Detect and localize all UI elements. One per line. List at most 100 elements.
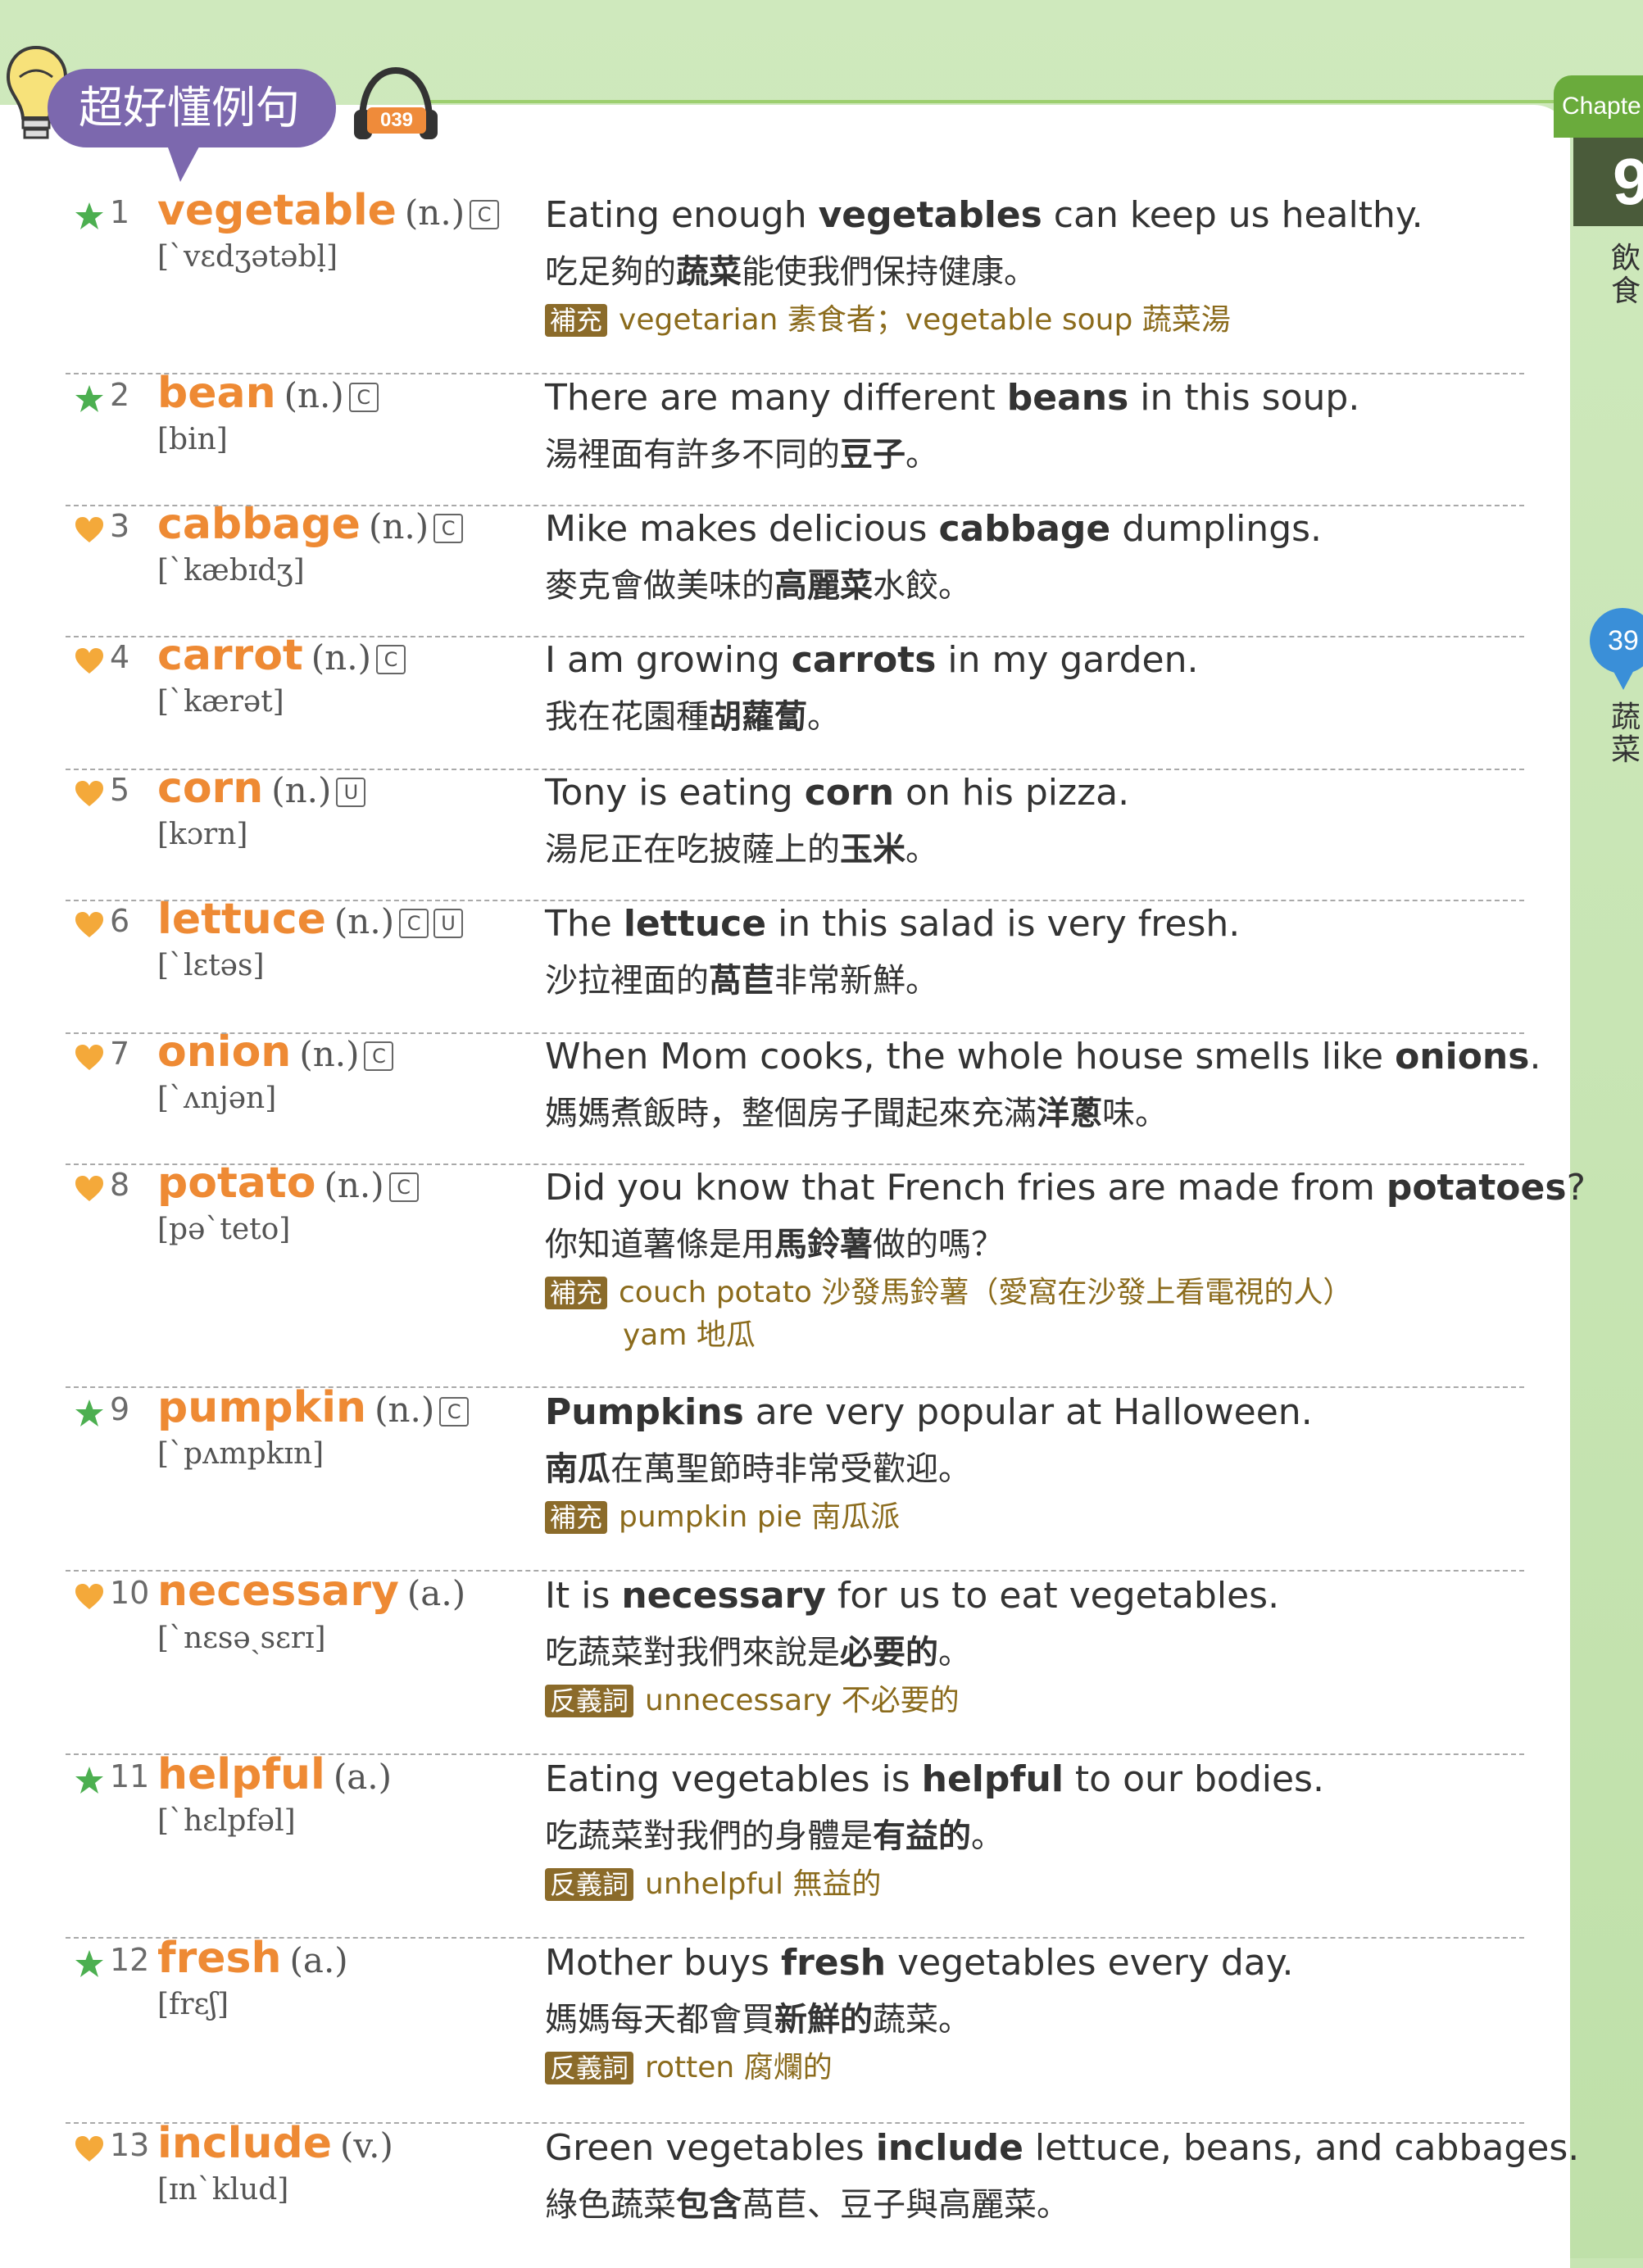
entry-number: 9 (110, 1391, 130, 1427)
entry-number: 4 (110, 639, 130, 675)
example-sentence-zh: 我在花園種胡蘿蔔。 (545, 690, 840, 737)
highlighted-word-zh: 新鮮的 (774, 2001, 873, 2039)
highlighted-word: corn (804, 772, 895, 814)
heart-icon (75, 648, 103, 674)
highlighted-word-zh: 南瓜 (545, 1450, 610, 1488)
pronunciation: [ˋkærət] (157, 685, 284, 719)
highlighted-word: carrots (791, 639, 937, 681)
star-icon (75, 385, 103, 412)
headword: bean (n.) C (157, 369, 379, 418)
highlighted-word: necessary (621, 1575, 826, 1617)
headword-text: cabbage (157, 500, 361, 549)
pronunciation: [ˋkæbɪdʒ] (157, 554, 305, 587)
headword: fresh (a.) (157, 1934, 348, 1983)
highlighted-word: potatoes (1386, 1167, 1567, 1209)
supplement-note: 補充 pumpkin pie 南瓜派 (545, 1493, 900, 1535)
countability-badge: C (375, 645, 406, 674)
example-sentence-en: Tony is eating corn on his pizza. (545, 772, 1129, 814)
headword: helpful (a.) (157, 1750, 392, 1799)
part-of-speech: (n.) (284, 375, 344, 415)
highlighted-word: include (875, 2127, 1023, 2169)
headword-text: fresh (157, 1934, 282, 1983)
countability-badge: C (399, 909, 429, 938)
example-sentence-en: Eating vegetables is helpful to our bodi… (545, 1758, 1324, 1800)
part-of-speech: (n.) (299, 1034, 360, 1074)
highlighted-word-zh: 洋蔥 (1037, 1095, 1102, 1132)
entry-number: 7 (110, 1036, 130, 1072)
part-of-speech: (n.) (404, 193, 465, 233)
highlighted-word-zh: 蔬菜 (676, 253, 742, 291)
example-sentence-en: When Mom cooks, the whole house smells l… (545, 1036, 1541, 1077)
headword-text: vegetable (157, 186, 397, 235)
sentence-text: . (1529, 1036, 1541, 1077)
example-sentence-zh: 媽媽煮飯時，整個房子聞起來充滿洋蔥味。 (545, 1086, 1168, 1134)
countability-badge: C (470, 200, 500, 229)
pronunciation: [ˋhɛlpfəl] (157, 1804, 296, 1838)
entry-divider (66, 900, 1524, 901)
example-sentence-zh: 湯尼正在吃披薩上的玉米。 (545, 823, 938, 870)
sentence-text: It is (545, 1575, 622, 1617)
note-text: rotten 腐爛的 (645, 2051, 833, 2084)
chapter-tab[interactable]: Chapte (1554, 75, 1643, 138)
entry-number: 1 (110, 194, 130, 230)
example-sentence-en: Did you know that French fries are made … (545, 1167, 1586, 1209)
section-title: 超好懂例句 (79, 82, 300, 134)
sentence-text-zh: 媽媽煮飯時，整個房子聞起來充滿 (545, 1095, 1037, 1132)
part-of-speech: (a.) (333, 1757, 392, 1797)
countability-badge: U (433, 909, 464, 938)
highlighted-word-zh: 必要的 (840, 1634, 938, 1672)
example-sentence-zh: 吃蔬菜對我們的身體是有益的。 (545, 1809, 1004, 1857)
note-text: unhelpful 無益的 (645, 1867, 882, 1901)
sentence-text-zh: 湯尼正在吃披薩上的 (545, 831, 840, 869)
sentence-text: I am growing (545, 639, 792, 681)
example-sentence-zh: 綠色蔬菜包含萵苣、豆子與高麗菜。 (545, 2178, 1069, 2225)
entry-divider (66, 1032, 1524, 1034)
supplement-note-extra: yam 地瓜 (623, 1318, 756, 1352)
sentence-text: dumplings. (1110, 508, 1323, 550)
pronunciation: [ˋlɛtəs] (157, 949, 265, 982)
audio-track-badge[interactable]: 039 (367, 107, 426, 134)
sentence-text-zh: 做的嗎？ (873, 1226, 1004, 1263)
note-text: unnecessary 不必要的 (645, 1684, 960, 1717)
pronunciation: [bin] (157, 423, 228, 456)
sentence-text-zh: 吃蔬菜對我們的身體是 (545, 1817, 873, 1855)
example-sentence-zh: 沙拉裡面的萵苣非常新鮮。 (545, 954, 938, 1001)
sentence-text: Mother buys (545, 1942, 781, 1984)
sentence-text-zh: 萵苣、豆子與高麗菜。 (742, 2186, 1069, 2224)
entry-divider (66, 373, 1524, 374)
example-sentence-zh: 媽媽每天都會買新鮮的蔬菜。 (545, 1993, 971, 2040)
sentence-text: vegetables every day. (886, 1942, 1294, 1984)
note-text: vegetarian 素食者；vegetable soup 蔬菜湯 (619, 303, 1231, 337)
entry-divider (66, 636, 1524, 637)
sentence-text: Green vegetables (545, 2127, 876, 2169)
headword: necessary (a.) (157, 1567, 465, 1616)
note-tag: 補充 (545, 304, 608, 337)
headword: carrot (n.) C (157, 631, 406, 680)
heart-icon (75, 781, 103, 806)
example-sentence-en: It is necessary for us to eat vegetables… (545, 1575, 1279, 1617)
sentence-text-zh: 綠色蔬菜 (545, 2186, 676, 2224)
pronunciation: [ˋpʌmpkɪn] (157, 1437, 325, 1471)
pronunciation: [kɔrn] (157, 818, 248, 851)
supplement-note: 補充 vegetarian 素食者；vegetable soup 蔬菜湯 (545, 296, 1231, 338)
heart-icon (75, 517, 103, 542)
part-of-speech: (n.) (374, 1390, 435, 1430)
note-tag: 反義詞 (545, 1868, 634, 1901)
sentence-text-zh: 。 (938, 1634, 971, 1672)
sentence-text: ? (1566, 1167, 1586, 1209)
chapter-number: 9 (1573, 138, 1643, 226)
part-of-speech: (n.) (311, 637, 371, 678)
section-badge-pointer (1611, 667, 1636, 690)
headword: include (v.) (157, 2119, 393, 2168)
sentence-text-zh: 麥克會做美味的 (545, 567, 774, 605)
highlighted-word: onions (1395, 1036, 1530, 1077)
part-of-speech: (a.) (406, 1573, 466, 1613)
entry-divider (66, 1753, 1524, 1755)
header-rule (426, 100, 1573, 103)
headword: vegetable (n.) C (157, 186, 500, 235)
headword: corn (n.) U (157, 764, 366, 813)
sentence-text-zh: 。 (905, 436, 938, 474)
countability-badge: C (348, 383, 379, 412)
highlighted-word-zh: 豆子 (840, 436, 905, 474)
example-sentence-zh: 湯裡面有許多不同的豆子。 (545, 428, 938, 475)
